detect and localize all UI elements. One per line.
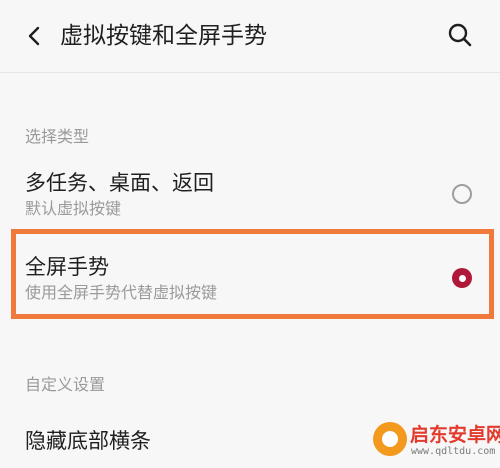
setting-label: 隐藏底部横条	[25, 429, 151, 453]
watermark-brand: 启东安卓网	[410, 424, 500, 446]
watermark-url: www.qdltdu.com	[411, 446, 496, 457]
search-icon	[448, 23, 472, 47]
option-default-keys[interactable]: 多任务、桌面、返回 默认虚拟按键	[0, 160, 500, 228]
option-subtitle: 默认虚拟按键	[25, 199, 122, 218]
header-bar: 虚拟按键和全屏手势	[0, 0, 500, 73]
watermark-logo-icon	[373, 422, 407, 456]
watermark: 启东安卓网 www.qdltdu.com	[365, 408, 500, 468]
search-button[interactable]	[442, 17, 478, 53]
section-header-select-type: 选择类型	[25, 127, 90, 146]
radio-button-unselected[interactable]	[452, 184, 472, 204]
option-title: 多任务、桌面、返回	[25, 171, 214, 195]
highlight-annotation	[11, 229, 494, 319]
section-header-custom-settings: 自定义设置	[25, 375, 106, 394]
page-title: 虚拟按键和全屏手势	[60, 23, 267, 49]
back-button[interactable]	[18, 20, 50, 52]
back-arrow-icon	[28, 26, 40, 46]
